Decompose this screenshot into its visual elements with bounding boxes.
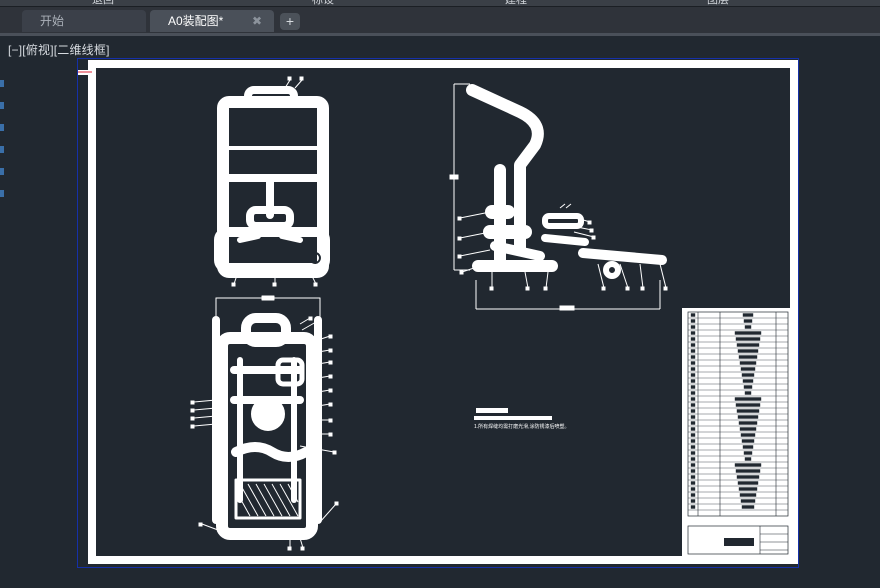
bom-row-text (735, 337, 761, 341)
bom-row-text (744, 457, 752, 461)
bom-row-number (690, 505, 696, 509)
bom-row-text (739, 427, 757, 431)
bom-row-number (690, 373, 696, 377)
bom-row-number (690, 439, 696, 443)
bom-row-number (690, 313, 696, 317)
bom-row-number (690, 403, 696, 407)
bom-row-text (736, 343, 760, 347)
bom-row-number (690, 427, 696, 431)
side-dimensions (449, 83, 661, 311)
bom-row-number (690, 379, 696, 383)
bom-row-text (742, 313, 754, 317)
bom-row-text (740, 367, 756, 371)
bom-row-text (737, 481, 759, 485)
technical-note: 1.所有焊缝均需打磨光滑,涂防锈漆后喷塑。 (474, 408, 570, 430)
bom-row-number (690, 385, 696, 389)
bom-row-number (690, 481, 696, 485)
bom-row-text (742, 379, 754, 383)
bom-row-text (742, 445, 754, 449)
bom-row-number (690, 319, 696, 323)
bom-row-text (740, 433, 756, 437)
bom-row-number (690, 325, 696, 329)
bom-row-text (737, 349, 759, 353)
top-view-hatch (239, 483, 299, 517)
bom-row-text (740, 499, 756, 503)
bom-row-number (690, 349, 696, 353)
bom-row-text (738, 421, 758, 425)
bom-row-text (736, 475, 760, 479)
bom-row-text (743, 385, 753, 389)
bom-row-text (743, 319, 753, 323)
bom-row-number (690, 493, 696, 497)
bom-row-number (690, 487, 696, 491)
bom-row-text (734, 331, 762, 335)
note-text: 1.所有焊缝均需打磨光滑,涂防锈漆后喷塑。 (474, 423, 570, 430)
bom-row-number (690, 361, 696, 365)
bom-row-text (737, 415, 759, 419)
bom-row-number (690, 397, 696, 401)
bom-row-number (690, 469, 696, 473)
bom-row-number (690, 451, 696, 455)
bom-row-number (690, 367, 696, 371)
bom-row-number (690, 433, 696, 437)
bom-row-number (690, 337, 696, 341)
bom-row-text (744, 325, 752, 329)
bom-row-number (690, 475, 696, 479)
bom-row-text (734, 463, 762, 467)
top-view (212, 295, 322, 540)
bom-row-number (690, 463, 696, 467)
title-block-bom (682, 308, 790, 556)
bom-row-text (739, 361, 757, 365)
bom-row-text (741, 373, 755, 377)
bom-row-text (738, 355, 758, 359)
bom-row-text (741, 505, 755, 509)
bom-row-text (734, 397, 762, 401)
bom-row-text (735, 403, 761, 407)
bom-row-text (744, 391, 752, 395)
bom-row-text (735, 469, 761, 473)
bom-row-number (690, 331, 696, 335)
drawing-canvas[interactable]: 1.所有焊缝均需打磨光滑,涂防锈漆后喷塑。 (0, 0, 880, 588)
side-view (466, 84, 667, 279)
bom-row-number (690, 391, 696, 395)
bom-row-number (690, 445, 696, 449)
bom-row-text (739, 493, 757, 497)
bom-row-text (741, 439, 755, 443)
bom-row-number (690, 457, 696, 461)
bom-row-number (690, 343, 696, 347)
bom-row-number (690, 499, 696, 503)
bom-row-number (690, 415, 696, 419)
bom-row-text (743, 451, 753, 455)
front-view (214, 86, 330, 278)
bom-row-number (690, 409, 696, 413)
bom-row-text (738, 487, 758, 491)
bom-row-text (736, 409, 760, 413)
bom-row-number (690, 421, 696, 425)
bom-row-number (690, 355, 696, 359)
